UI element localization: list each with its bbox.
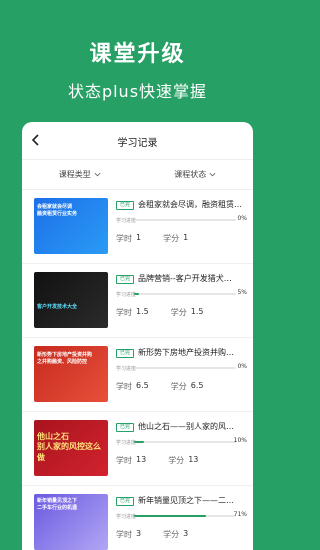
phone-screen: 学习记录 课程类型 课程状态 会租家就会尽调 融资租赁行业实务 已完 会租家就会… [22, 122, 253, 550]
course-card[interactable]: 新年销量见顶之下 二手车行业的机遇 已完 新年销量见顶之下——二… 学习进度 7… [22, 486, 253, 550]
progress-bar [134, 367, 236, 369]
progress-fill [134, 293, 140, 295]
course-title: 会租家就会尽调，融资租赁… [138, 200, 242, 209]
course-thumbnail: 客户开发技术大全 [34, 272, 108, 328]
hero-subtitle: 状态plus快速掌握 [67, 82, 208, 101]
filter-bar: 课程类型 课程状态 [22, 160, 253, 190]
hours-label: 学时 [116, 234, 132, 243]
course-stats: 学时 1 学分 1 [116, 233, 188, 244]
chevron-down-icon [209, 172, 216, 177]
thumbnail-caption: 客户开发技术大全 [37, 304, 78, 310]
credits-value: 1 [183, 233, 189, 242]
course-stats: 学时 1.5 学分 1.5 [116, 307, 203, 318]
course-thumbnail: 他山之石 别人家的风控这么做 [34, 420, 108, 476]
progress-bar [134, 219, 236, 221]
progress-percent: 71% [233, 511, 247, 518]
progress-percent: 0% [237, 363, 247, 370]
course-thumbnail: 会租家就会尽调 融资租赁行业实务 [34, 198, 108, 254]
status-badge: 已完 [116, 275, 134, 284]
progress-percent: 0% [237, 215, 247, 222]
course-thumbnail: 新年销量见顶之下 二手车行业的机遇 [34, 494, 108, 550]
thumbnail-caption: 新年销量见顶之下 二手车行业的机遇 [37, 498, 78, 511]
progress-bar [134, 515, 236, 517]
progress-percent: 10% [233, 437, 247, 444]
filter-course-type[interactable]: 课程类型 [22, 169, 138, 180]
thumbnail-caption: 他山之石 别人家的风控这么做 [37, 432, 101, 462]
progress-fill [134, 441, 145, 443]
credits-label: 学分 [170, 382, 187, 391]
progress-label: 学习进度 [116, 514, 137, 520]
course-title: 新年销量见顶之下——二… [138, 496, 234, 505]
status-badge: 已完 [116, 497, 134, 506]
hours-value: 1 [136, 233, 142, 242]
chevron-down-icon [94, 172, 101, 177]
progress-bar [134, 293, 236, 295]
course-stats: 学时 13 学分 13 [116, 455, 198, 466]
credits-label: 学分 [163, 234, 180, 243]
credits-label: 学分 [170, 308, 187, 317]
credits-value: 6.5 [190, 381, 204, 390]
navbar: 学习记录 [22, 122, 253, 160]
hours-value: 3 [136, 529, 142, 538]
credits-value: 3 [183, 529, 189, 538]
course-card[interactable]: 客户开发技术大全 已完 品牌营销--客户开发猎犬… 学习进度 5% 学时 1.5… [22, 264, 253, 338]
course-title: 他山之石——别人家的风… [138, 422, 234, 431]
hours-label: 学时 [116, 308, 132, 317]
course-stats: 学时 6.5 学分 6.5 [116, 381, 203, 392]
course-title: 品牌营销--客户开发猎犬… [138, 274, 232, 283]
progress-label: 学习进度 [116, 218, 137, 224]
status-badge: 已完 [116, 201, 134, 210]
progress-bar [134, 441, 236, 443]
credits-value: 1.5 [190, 307, 204, 316]
credits-label: 学分 [168, 456, 185, 465]
hours-label: 学时 [116, 530, 132, 539]
progress-label: 学习进度 [116, 440, 137, 446]
course-thumbnail: 新形势下房地产投资并购 之并购融资、风险防控 [34, 346, 108, 402]
hours-label: 学时 [116, 456, 132, 465]
course-list: 会租家就会尽调 融资租赁行业实务 已完 会租家就会尽调，融资租赁… 学习进度 0… [22, 190, 253, 550]
hero-title: 课堂升级 [89, 42, 186, 67]
progress-label: 学习进度 [116, 292, 137, 298]
course-card[interactable]: 新形势下房地产投资并购 之并购融资、风险防控 已完 新形势下房地产投资并购… 学… [22, 338, 253, 412]
course-card[interactable]: 他山之石 别人家的风控这么做 已完 他山之石——别人家的风… 学习进度 10% … [22, 412, 253, 486]
credits-label: 学分 [163, 530, 180, 539]
hours-value: 13 [136, 455, 147, 464]
page-title: 学习记录 [117, 138, 158, 149]
hours-label: 学时 [116, 382, 132, 391]
progress-percent: 5% [237, 289, 247, 296]
course-title: 新形势下房地产投资并购… [138, 348, 234, 357]
course-stats: 学时 3 学分 3 [116, 529, 188, 540]
credits-value: 13 [188, 455, 199, 464]
filter-course-status[interactable]: 课程状态 [138, 169, 254, 180]
thumbnail-caption: 新形势下房地产投资并购 之并购融资、风险防控 [37, 352, 93, 365]
course-card[interactable]: 会租家就会尽调 融资租赁行业实务 已完 会租家就会尽调，融资租赁… 学习进度 0… [22, 190, 253, 264]
hours-value: 1.5 [136, 307, 149, 316]
filter-label: 课程状态 [174, 170, 207, 179]
hours-value: 6.5 [136, 381, 149, 390]
progress-fill [134, 515, 207, 517]
filter-label: 课程类型 [58, 170, 91, 179]
status-badge: 已完 [116, 349, 134, 358]
thumbnail-caption: 会租家就会尽调 融资租赁行业实务 [37, 204, 78, 217]
progress-label: 学习进度 [116, 366, 137, 372]
status-badge: 已完 [116, 423, 134, 432]
